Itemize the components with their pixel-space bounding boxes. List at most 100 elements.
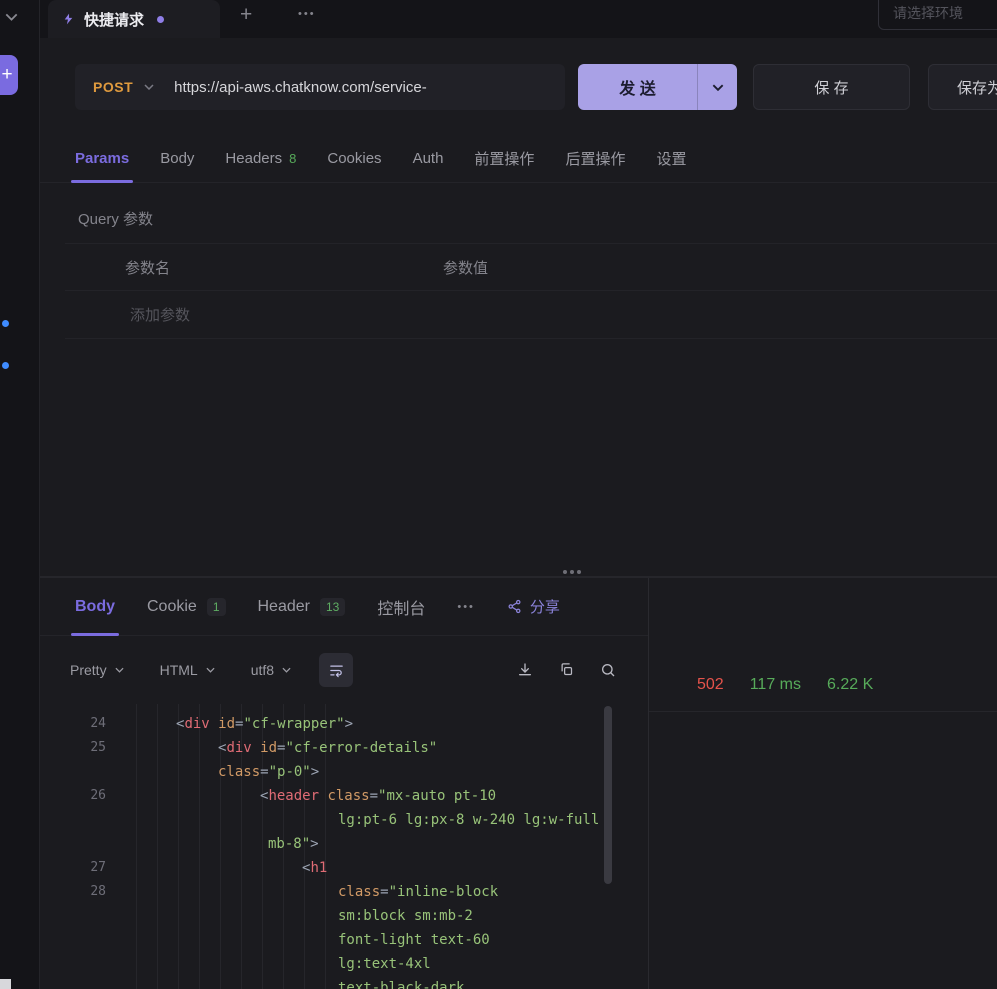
tab-params[interactable]: Params <box>75 135 129 182</box>
line-number: 25 <box>40 736 134 760</box>
code-line: text-black-dark <box>40 976 648 989</box>
tab-pre-actions[interactable]: 前置操作 <box>474 135 534 182</box>
chevron-down-icon <box>712 84 724 91</box>
response-tabs-more-button[interactable]: ••• <box>457 601 475 613</box>
line-number: 27 <box>40 856 134 880</box>
headers-count-badge: 8 <box>289 151 296 166</box>
copy-icon[interactable] <box>559 662 574 678</box>
tab-response-cookie[interactable]: Cookie 1 <box>147 578 226 635</box>
line-number <box>40 928 134 952</box>
response-tabs: Body Cookie 1 Header13 控制台 ••• 分享 <box>40 578 648 636</box>
tab-label: 设置 <box>656 148 686 169</box>
response-action-icons <box>517 662 648 678</box>
tab-response-console[interactable]: 控制台 <box>377 578 425 635</box>
language-select[interactable]: HTML <box>160 662 215 678</box>
download-icon[interactable] <box>517 662 533 678</box>
tab-label: Header <box>258 598 310 616</box>
response-pane: Body Cookie 1 Header13 控制台 ••• 分享 Pretty <box>40 578 997 989</box>
encoding-value: utf8 <box>251 662 274 678</box>
url-bar: POST <box>75 64 565 110</box>
url-input[interactable] <box>174 79 565 96</box>
column-param-name: 参数名 <box>65 257 443 278</box>
response-body-code[interactable]: 24<div id="cf-wrapper">25<div id="cf-err… <box>40 704 648 989</box>
code-line: 24<div id="cf-wrapper"> <box>40 712 648 736</box>
send-button[interactable]: 发 送 <box>578 64 737 110</box>
bolt-icon <box>62 11 75 27</box>
column-param-value: 参数值 <box>443 257 488 278</box>
send-label: 发 送 <box>578 64 697 110</box>
tab-label: Params <box>75 150 129 167</box>
tab-label: 后置操作 <box>565 148 625 169</box>
cookie-count-badge: 1 <box>207 598 226 616</box>
share-icon <box>507 599 522 614</box>
tab-more-button[interactable]: ••• <box>298 8 316 20</box>
tab-label: Cookies <box>327 150 381 167</box>
response-size: 6.22 K <box>827 676 873 694</box>
search-icon[interactable] <box>600 662 616 678</box>
tab-body[interactable]: Body <box>160 135 194 182</box>
tab-post-actions[interactable]: 后置操作 <box>565 135 625 182</box>
line-number <box>40 760 134 784</box>
tab-bar: 快捷请求 + ••• <box>40 0 997 38</box>
line-number: 26 <box>40 784 134 808</box>
save-button[interactable]: 保 存 <box>753 64 910 110</box>
format-select[interactable]: Pretty <box>70 662 124 678</box>
tab-response-body[interactable]: Body <box>75 578 115 635</box>
add-param-placeholder: 添加参数 <box>130 304 190 325</box>
tab-title: 快捷请求 <box>84 9 144 30</box>
method-select[interactable]: POST <box>75 79 174 95</box>
new-tab-button[interactable]: + <box>240 3 252 27</box>
splitter-handle-icon[interactable] <box>563 570 567 574</box>
tab-label: Auth <box>413 150 444 167</box>
response-status-bar: 502 117 ms 6.22 K <box>649 658 997 712</box>
tab-label: Body <box>160 150 194 167</box>
share-label: 分享 <box>530 596 560 617</box>
main-pane: POST 发 送 保 存 保存为 Params B <box>40 38 997 989</box>
encoding-select[interactable]: utf8 <box>251 662 291 678</box>
code-line: 26<header class="mx-auto pt-10 <box>40 784 648 808</box>
code-line: 25<div id="cf-error-details" <box>40 736 648 760</box>
tab-label: 前置操作 <box>474 148 534 169</box>
line-number <box>40 952 134 976</box>
tab-settings[interactable]: 设置 <box>656 135 686 182</box>
format-value: Pretty <box>70 662 107 678</box>
sidebar-add-button[interactable]: + <box>0 55 18 95</box>
collapse-chevron-icon[interactable] <box>5 8 18 26</box>
language-value: HTML <box>160 662 198 678</box>
save-as-button[interactable]: 保存为 <box>928 64 997 110</box>
line-number <box>40 808 134 832</box>
query-params-title: Query 参数 <box>78 208 153 229</box>
response-body-panel: Body Cookie 1 Header13 控制台 ••• 分享 Pretty <box>40 578 648 989</box>
response-toolbar: Pretty HTML utf8 <box>40 636 648 704</box>
send-options-button[interactable] <box>697 64 737 110</box>
status-code: 502 <box>697 676 724 694</box>
code-scrollbar[interactable] <box>604 706 612 989</box>
tab-auth[interactable]: Auth <box>413 135 444 182</box>
chevron-down-icon <box>144 84 154 90</box>
word-wrap-button[interactable] <box>319 653 353 687</box>
tab-label: Cookie <box>147 598 197 616</box>
share-button[interactable]: 分享 <box>507 596 560 617</box>
line-number: 24 <box>40 712 134 736</box>
scrollbar-corner <box>0 979 11 989</box>
app-window: + 快捷请求 + ••• POST <box>0 0 997 989</box>
code-line: font-light text-60 <box>40 928 648 952</box>
chevron-down-icon <box>115 667 124 673</box>
tab-headers[interactable]: Headers8 <box>225 135 296 182</box>
code-line: mb-8"> <box>40 832 648 856</box>
unsaved-dot-icon <box>157 16 164 23</box>
environment-select[interactable] <box>878 0 997 30</box>
line-number <box>40 904 134 928</box>
wrap-text-icon <box>328 663 345 678</box>
chevron-down-icon <box>206 667 215 673</box>
request-tab[interactable]: 快捷请求 <box>48 0 220 38</box>
tab-response-header[interactable]: Header13 <box>258 578 346 635</box>
chevron-down-icon <box>282 667 291 673</box>
tab-cookies[interactable]: Cookies <box>327 135 381 182</box>
scrollbar-thumb[interactable] <box>604 706 612 884</box>
code-line: class="p-0"> <box>40 760 648 784</box>
add-param-row[interactable]: 添加参数 <box>65 291 997 339</box>
params-table-header: 参数名 参数值 <box>65 243 997 291</box>
request-tabs: Params Body Headers8 Cookies Auth 前置操作 后… <box>40 135 997 183</box>
code-line: sm:block sm:mb-2 <box>40 904 648 928</box>
